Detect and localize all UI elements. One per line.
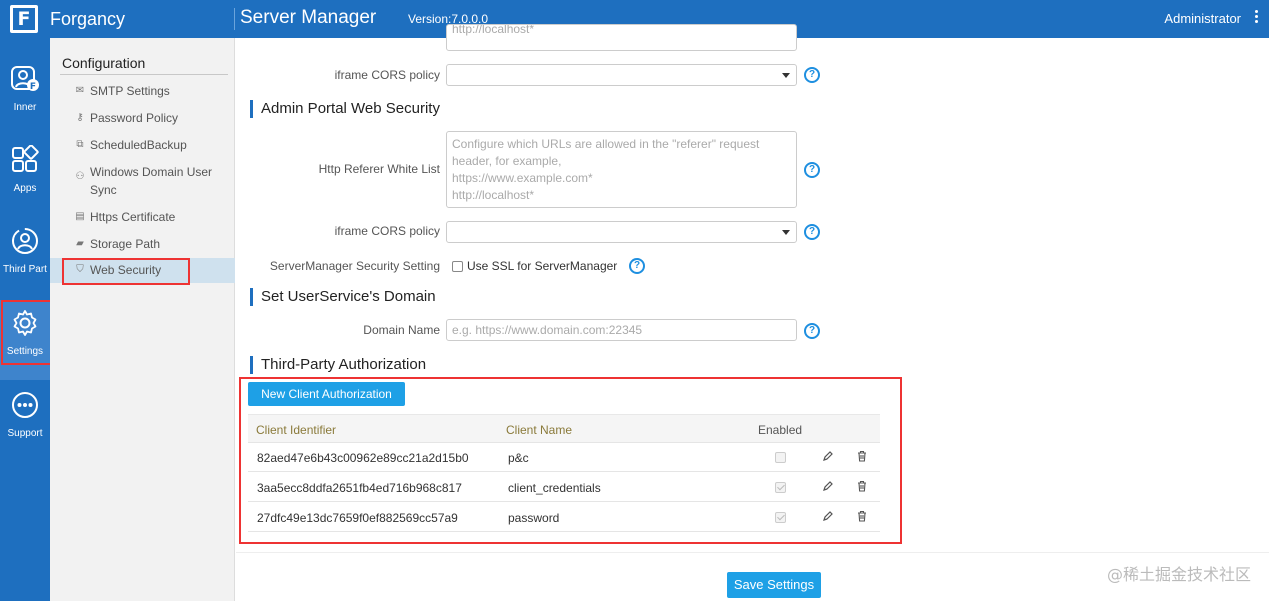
client-id: 82aed47e6b43c00962e89cc21a2d15b0 bbox=[257, 451, 469, 465]
chevron-down-icon bbox=[782, 230, 790, 235]
apps-grid-icon bbox=[12, 145, 39, 172]
rail-label: Settings bbox=[6, 346, 44, 357]
col-client-name: Client Name bbox=[506, 423, 573, 437]
rail-item-support[interactable]: Support bbox=[0, 382, 50, 462]
forguncy-logo-icon: F bbox=[10, 5, 38, 33]
backup-icon: ⧉ bbox=[76, 139, 84, 150]
gear-icon bbox=[13, 310, 37, 336]
brand-name: Forgancy bbox=[50, 9, 126, 29]
sidenav-item-label: SMTP Settings bbox=[90, 84, 170, 98]
help-icon[interactable]: ? bbox=[804, 162, 820, 178]
new-client-authorization-button[interactable]: New Client Authorization bbox=[248, 382, 405, 406]
trash-icon[interactable] bbox=[856, 510, 868, 522]
save-settings-button[interactable]: Save Settings bbox=[727, 572, 821, 598]
help-icon[interactable]: ? bbox=[804, 224, 820, 240]
user-service-heading: Set UserService's Domain bbox=[250, 288, 436, 306]
rail-item-inner[interactable]: F Inner bbox=[0, 56, 50, 136]
iframe-cors-label: iframe CORS policy bbox=[334, 68, 440, 82]
left-rail: F Inner Apps Third Part Settings Support bbox=[0, 38, 52, 601]
sidenav-item-web-security[interactable]: ⛉ Web Security bbox=[50, 258, 235, 285]
chevron-down-icon bbox=[782, 73, 790, 78]
pencil-icon[interactable] bbox=[822, 480, 834, 492]
table-row: 3aa5ecc8ddfa2651fb4ed716b968c817 client_… bbox=[248, 473, 880, 502]
sync-users-icon: ⚇ bbox=[75, 171, 85, 182]
referer-whitelist-textarea[interactable]: Configure which URLs are allowed in the … bbox=[446, 131, 797, 208]
domain-name-input[interactable]: e.g. https://www.domain.com:22345 bbox=[446, 319, 797, 341]
iframe-cors-label-2: iframe CORS policy bbox=[334, 224, 440, 238]
help-icon[interactable]: ? bbox=[629, 258, 645, 274]
main-content: http://localhost* iframe CORS policy ? A… bbox=[236, 24, 1269, 601]
textarea-tail: http://localhost* bbox=[452, 24, 535, 36]
logo-letter: F bbox=[13, 8, 35, 30]
enabled-checkbox bbox=[775, 482, 786, 493]
use-ssl-label: Use SSL for ServerManager bbox=[467, 259, 618, 273]
folder-icon: ▰ bbox=[76, 238, 84, 249]
referer-label: Http Referer White List bbox=[318, 162, 440, 176]
sidenav-item-label: Windows Domain User Sync bbox=[90, 165, 213, 197]
trash-icon[interactable] bbox=[856, 480, 868, 492]
iframe-cors-select[interactable] bbox=[446, 64, 797, 86]
client-name: password bbox=[508, 511, 560, 525]
config-sidenav: Configuration ✉ SMTP Settings ⚷ Password… bbox=[50, 38, 235, 601]
sidenav-divider bbox=[60, 74, 228, 75]
third-party-heading: Third-Party Authorization bbox=[250, 356, 426, 374]
rail-item-third-party[interactable]: Third Part bbox=[0, 218, 50, 298]
user-menu[interactable]: Administrator bbox=[1164, 11, 1241, 26]
pencil-icon[interactable] bbox=[822, 450, 834, 462]
svg-text:F: F bbox=[30, 82, 36, 92]
rail-label: Support bbox=[7, 428, 43, 439]
sidenav-title: Configuration bbox=[62, 55, 146, 71]
trash-icon[interactable] bbox=[856, 450, 868, 462]
pencil-icon[interactable] bbox=[822, 510, 834, 522]
table-row: 82aed47e6b43c00962e89cc21a2d15b0 p&c bbox=[248, 443, 880, 472]
user-badge-icon: F bbox=[11, 66, 39, 92]
app-title: Server Manager bbox=[240, 7, 377, 28]
sidenav-item-label: Https Certificate bbox=[90, 210, 176, 224]
help-icon[interactable]: ? bbox=[804, 67, 820, 83]
col-enabled: Enabled bbox=[758, 423, 803, 437]
col-client-identifier: Client Identifier bbox=[256, 423, 337, 437]
client-name: client_credentials bbox=[508, 481, 601, 495]
admin-portal-heading: Admin Portal Web Security bbox=[250, 100, 440, 118]
help-icon[interactable]: ? bbox=[804, 323, 820, 339]
domain-name-label: Domain Name bbox=[363, 323, 440, 337]
table-header: Client Identifier Client Name Enabled bbox=[248, 414, 880, 443]
mail-icon: ✉ bbox=[75, 85, 85, 96]
key-icon: ⚷ bbox=[76, 112, 84, 123]
iframe-cors-select-2[interactable] bbox=[446, 221, 797, 243]
certificate-icon: ▤ bbox=[75, 211, 85, 222]
more-vertical-icon[interactable] bbox=[1253, 10, 1259, 28]
client-id: 3aa5ecc8ddfa2651fb4ed716b968c817 bbox=[257, 481, 462, 495]
watermark: @稀土掘金技术社区 bbox=[1106, 565, 1251, 584]
sidenav-item-label: Storage Path bbox=[90, 237, 161, 251]
client-name: p&c bbox=[508, 451, 529, 465]
use-ssl-checkbox[interactable] bbox=[452, 261, 463, 272]
rail-label: Third Part bbox=[3, 264, 47, 275]
rail-label: Apps bbox=[13, 183, 37, 194]
third-party-icon bbox=[12, 228, 38, 254]
sidenav-item-label: Web Security bbox=[90, 263, 162, 277]
shield-icon: ⛉ bbox=[76, 264, 84, 275]
header-divider bbox=[234, 8, 235, 30]
footer-divider bbox=[236, 552, 1269, 553]
frame-whitelist-textarea[interactable]: http://localhost* bbox=[446, 24, 797, 51]
rail-item-settings[interactable]: Settings bbox=[0, 300, 52, 380]
rail-label: Inner bbox=[13, 102, 37, 113]
sm-security-label: ServerManager Security Setting bbox=[269, 259, 440, 273]
sidenav-item-label: ScheduledBackup bbox=[90, 138, 187, 152]
enabled-checkbox bbox=[775, 452, 786, 463]
client-id: 27dfc49e13dc7659f0ef882569cc57a9 bbox=[257, 511, 458, 525]
table-row: 27dfc49e13dc7659f0ef882569cc57a9 passwor… bbox=[248, 503, 880, 532]
more-dots-icon bbox=[12, 392, 38, 418]
rail-item-apps[interactable]: Apps bbox=[0, 137, 50, 217]
sidenav-item-label: Password Policy bbox=[90, 111, 179, 125]
enabled-checkbox bbox=[775, 512, 786, 523]
